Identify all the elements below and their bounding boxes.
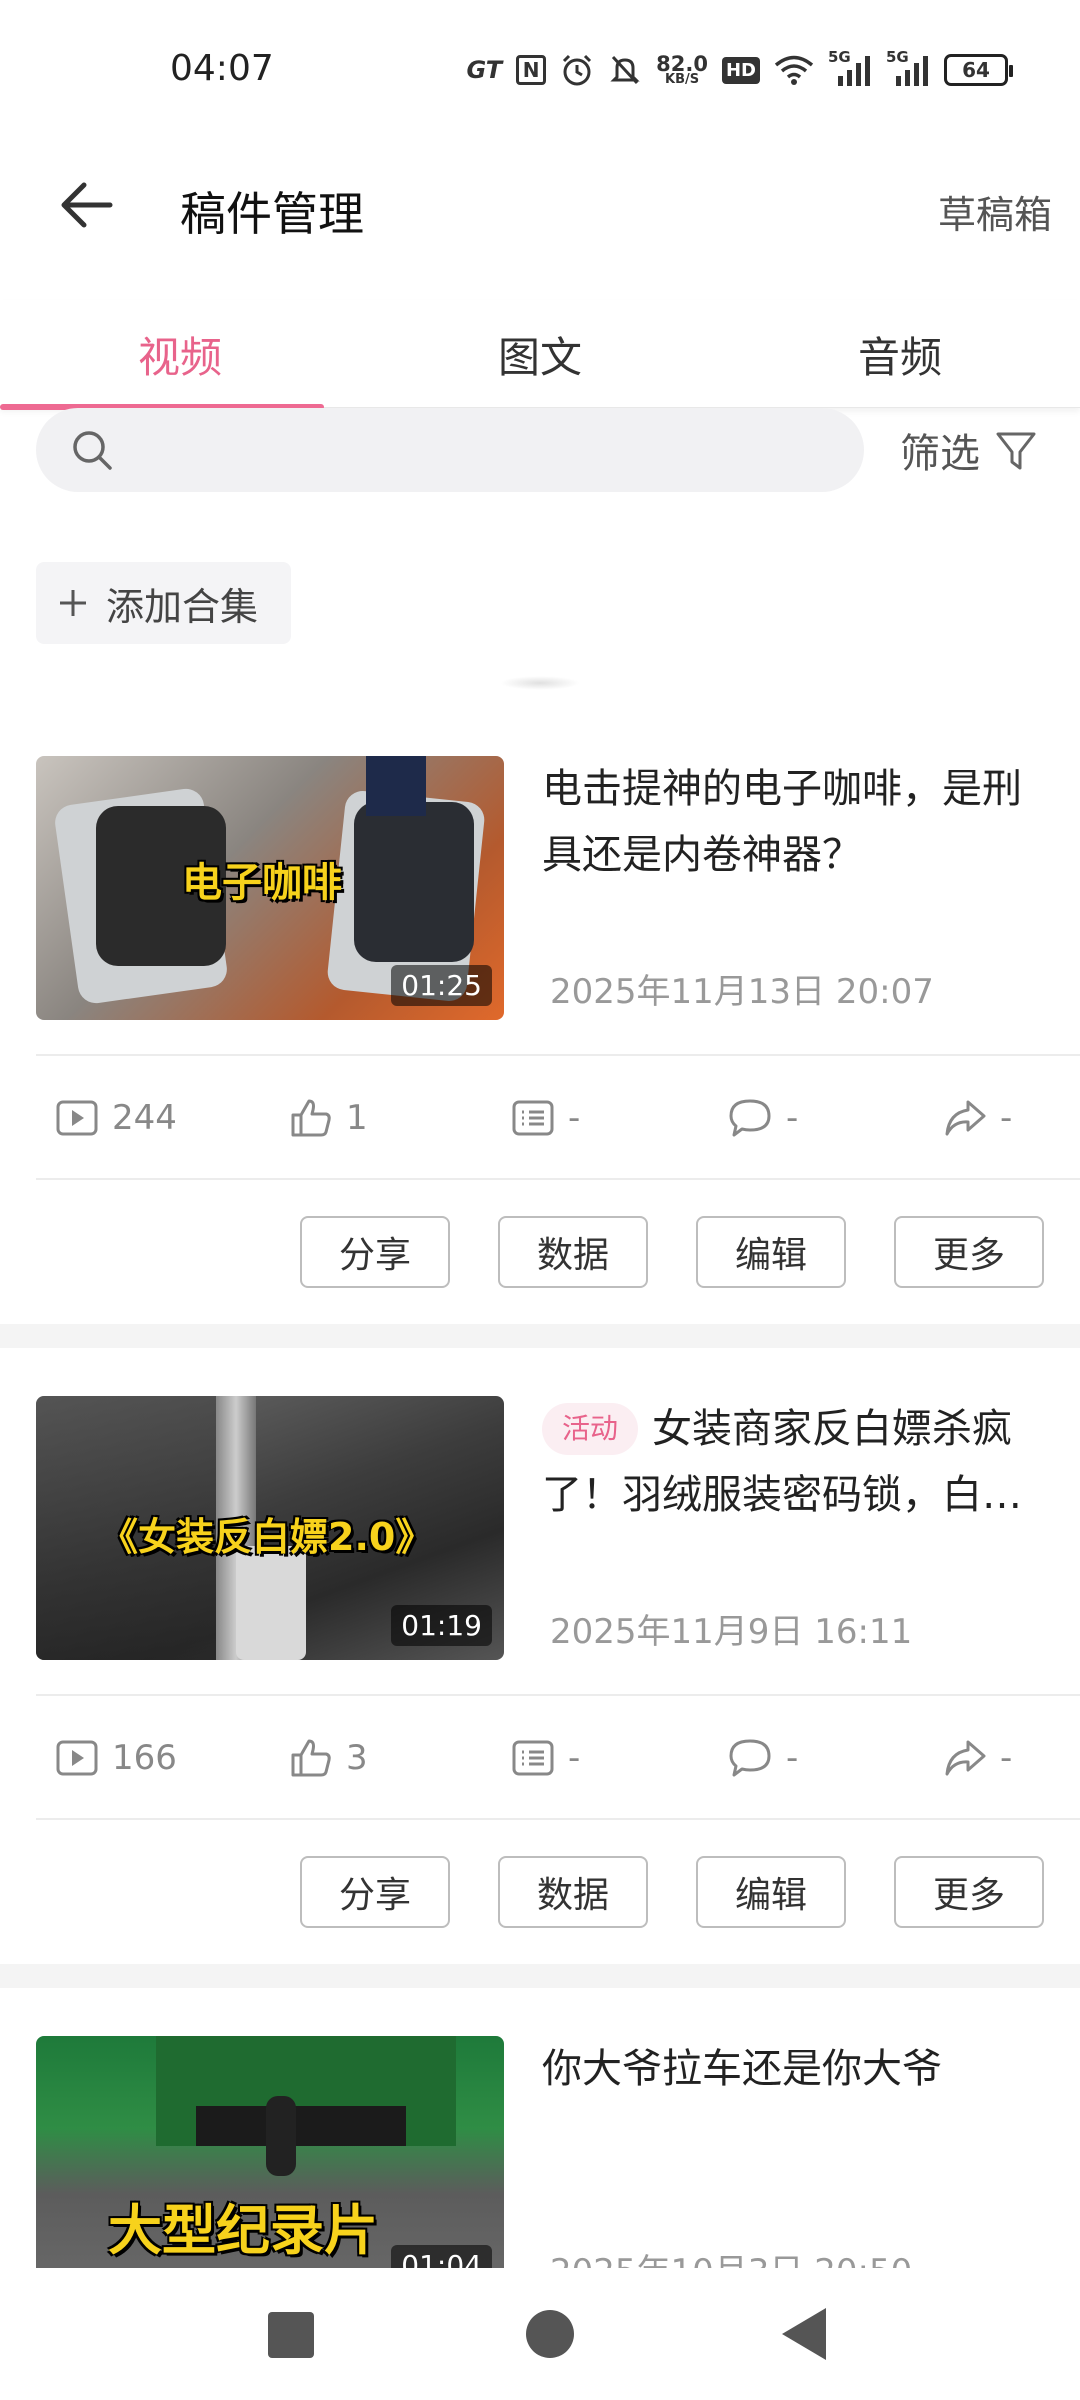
video-duration: 01:19 [391, 1605, 492, 1646]
comment-count: - [728, 1058, 798, 1178]
more-button[interactable]: 更多 [894, 1216, 1044, 1288]
comment-count: - [728, 1698, 798, 1818]
top-app-bar: 稿件管理 草稿箱 [0, 140, 1080, 270]
scroll-shadow [500, 676, 580, 690]
publish-date: 2025年10月3日 20:50 [550, 2244, 912, 2268]
tab-video[interactable]: 视频 [0, 300, 360, 410]
tab-image-text[interactable]: 图文 [360, 300, 720, 408]
net-speed: 82.0 KB/S [656, 51, 708, 87]
list-comment-icon [512, 1740, 554, 1776]
activity-badge: 活动 [542, 1403, 639, 1455]
mute-icon [608, 52, 642, 88]
stats-row: 244 1 - - - [36, 1058, 1080, 1178]
page-title: 稿件管理 [180, 187, 364, 241]
divider [36, 1694, 1080, 1696]
hd-icon: HD [721, 52, 760, 88]
divider [36, 1818, 1080, 1820]
danmaku-count: - [512, 1698, 580, 1818]
filter-button[interactable]: 筛选 [900, 420, 1038, 480]
video-title[interactable]: 电击提神的电子咖啡，是刑具还是内卷神器？ [542, 756, 1052, 888]
filter-icon [996, 432, 1036, 470]
video-duration: 01:25 [391, 965, 492, 1006]
battery-icon: 64 [944, 52, 1013, 88]
card-separator [0, 1324, 1080, 1348]
divider [36, 1178, 1080, 1180]
action-buttons: 分享 数据 编辑 更多 [300, 1216, 1044, 1288]
data-button[interactable]: 数据 [498, 1856, 648, 1928]
status-time: 04:07 [170, 48, 274, 89]
status-bar: 04:07 GT N 82.0 KB/S HD 5G 5G 64 [0, 0, 1080, 140]
thumbnail-caption: 电子咖啡 [182, 860, 342, 906]
video-title[interactable]: 活动 女装商家反白嫖杀疯了！羽绒服装密码锁，白… [542, 1396, 1052, 1528]
share-button[interactable]: 分享 [300, 1856, 450, 1928]
share-arrow-icon [945, 1740, 986, 1776]
view-count: 244 [56, 1058, 177, 1178]
share-count: - [944, 1058, 1012, 1178]
action-buttons: 分享 数据 编辑 更多 [300, 1856, 1044, 1928]
back-button[interactable] [52, 170, 122, 240]
edit-button[interactable]: 编辑 [696, 1856, 846, 1928]
thumbnail-caption: 大型纪录片 [108, 2199, 378, 2262]
edit-button[interactable]: 编辑 [696, 1216, 846, 1288]
share-arrow-icon [945, 1100, 986, 1136]
comment-bubble-icon [729, 1739, 771, 1777]
video-thumbnail[interactable]: 《女装反白嫖2.0》 01:19 [36, 1396, 504, 1660]
signal-5g-icon: 5G [886, 48, 930, 88]
recent-apps-button[interactable] [268, 2312, 314, 2358]
list-comment-icon [512, 1100, 554, 1136]
video-card: 《女装反白嫖2.0》 01:19 活动 女装商家反白嫖杀疯了！羽绒服装密码锁，白…… [0, 1396, 1080, 1960]
danmaku-count: - [512, 1058, 580, 1178]
video-title[interactable]: 你大爷拉车还是你大爷 [542, 2036, 1052, 2102]
view-count: 166 [56, 1698, 177, 1818]
play-icon [56, 1740, 98, 1776]
video-thumbnail[interactable]: 大型纪录片 01:04 [36, 2036, 504, 2268]
search-input[interactable] [36, 408, 864, 492]
video-card: 电子咖啡 01:25 电击提神的电子咖啡，是刑具还是内卷神器？ 2025年11月… [0, 756, 1080, 1320]
search-icon [73, 431, 112, 470]
video-thumbnail[interactable]: 电子咖啡 01:25 [36, 756, 504, 1020]
system-back-button[interactable] [782, 2308, 826, 2360]
wifi-icon [774, 52, 814, 88]
video-duration: 01:04 [391, 2245, 492, 2268]
comment-bubble-icon [729, 1099, 771, 1137]
add-collection-label: 添加合集 [106, 584, 259, 629]
stats-row: 166 3 - - - [36, 1698, 1080, 1818]
home-button[interactable] [526, 2310, 574, 2358]
share-button[interactable]: 分享 [300, 1216, 450, 1288]
thumbnail-caption: 《女装反白嫖2.0》 [100, 1515, 434, 1559]
card-separator [0, 1964, 1080, 1988]
gt-icon: GT [466, 56, 503, 84]
status-icons: GT N 82.0 KB/S HD 5G 5G 64 [466, 48, 1013, 90]
tab-audio[interactable]: 音频 [720, 300, 1080, 408]
add-collection-button[interactable]: 添加合集 [36, 562, 291, 644]
play-icon [56, 1100, 98, 1136]
filter-label: 筛选 [900, 431, 980, 477]
drafts-button[interactable]: 草稿箱 [938, 184, 1052, 239]
like-count: 3 [290, 1698, 368, 1818]
data-button[interactable]: 数据 [498, 1216, 648, 1288]
thumbs-up-icon [291, 1099, 331, 1137]
publish-date: 2025年11月9日 16:11 [550, 1612, 913, 1652]
signal-5g-icon: 5G [828, 48, 872, 88]
arrow-left-icon [61, 182, 113, 228]
divider [36, 1054, 1080, 1056]
video-card: 大型纪录片 01:04 你大爷拉车还是你大爷 2025年10月3日 20:50 [0, 2036, 1080, 2268]
more-button[interactable]: 更多 [894, 1856, 1044, 1928]
plus-icon [60, 590, 86, 616]
publish-date: 2025年11月13日 20:07 [550, 972, 934, 1012]
like-count: 1 [290, 1058, 368, 1178]
system-nav-bar [0, 2268, 1080, 2400]
alarm-icon [560, 52, 594, 88]
content-type-tabs: 视频 图文 音频 [0, 300, 1080, 410]
thumbs-up-icon [291, 1739, 331, 1777]
share-count: - [944, 1698, 1012, 1818]
nfc-icon: N [516, 52, 547, 88]
